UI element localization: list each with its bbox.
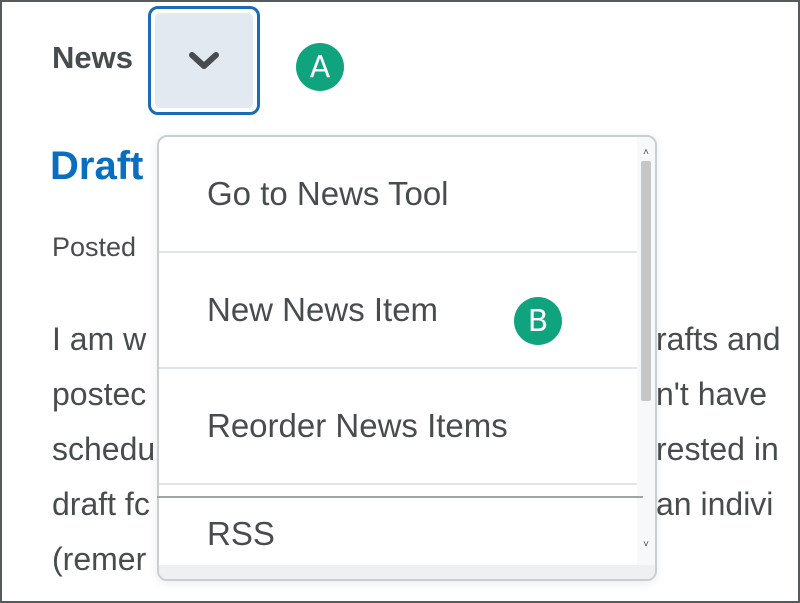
body-line-left: postec — [52, 376, 147, 412]
chevron-down-icon — [189, 51, 219, 69]
menu-toggle-surface[interactable] — [155, 13, 253, 108]
body-line-left: draft fc — [52, 486, 150, 522]
body-line-right: n't have — [656, 376, 768, 412]
body-line-left: schedu — [52, 431, 156, 467]
menu-item-reorder-news-items[interactable]: Reorder News Items — [159, 369, 637, 485]
menu-item-new-news-item[interactable]: New News Item — [159, 253, 637, 369]
widget-title: News — [52, 40, 133, 75]
news-item-title[interactable]: Draft — [50, 144, 143, 189]
scrollbar-thumb[interactable] — [641, 161, 651, 401]
widget-menu-button[interactable] — [148, 6, 260, 115]
scroll-down-arrow-icon[interactable]: ˅ — [639, 539, 653, 551]
callout-a-badge: A — [296, 43, 344, 91]
widget-dropdown-menu: Go to News Tool New News Item Reorder Ne… — [157, 135, 657, 581]
content-divider — [157, 496, 643, 498]
body-line-left: (remer — [52, 541, 147, 577]
body-line-right: rafts and — [656, 321, 781, 357]
body-line-left: I am w — [52, 321, 147, 357]
callout-b-badge: B — [514, 297, 562, 345]
menu-item-go-to-news-tool[interactable]: Go to News Tool — [159, 137, 637, 253]
scroll-up-arrow-icon[interactable]: ˄ — [639, 147, 653, 159]
posted-info: Posted — [52, 232, 137, 262]
body-line-right: an indivi — [656, 486, 774, 522]
dropdown-menu-list: Go to News Tool New News Item Reorder Ne… — [159, 137, 637, 565]
body-line-right: rested in — [656, 431, 779, 467]
dropdown-footer — [159, 565, 655, 579]
dropdown-scrollbar[interactable]: ˄ ˅ — [637, 137, 655, 579]
